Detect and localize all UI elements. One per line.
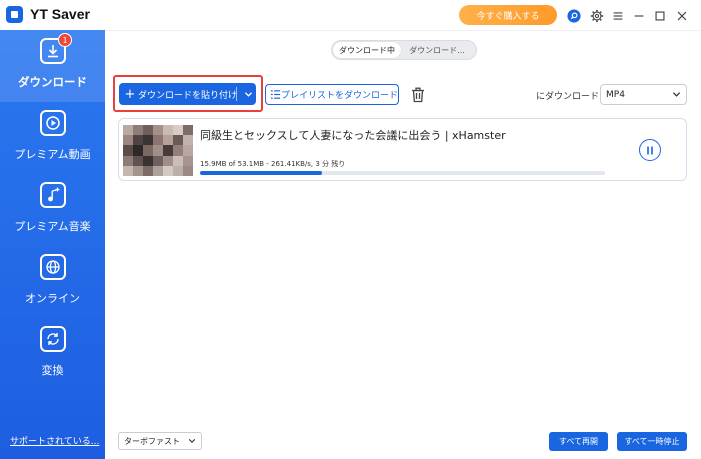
sidebar-item-label: プレミアム動画 xyxy=(14,148,91,161)
resume-all-button[interactable]: すべて再開 xyxy=(549,432,608,451)
sidebar-item-label: 変換 xyxy=(41,364,64,377)
format-select-value: MP4 xyxy=(606,89,625,100)
button-divider xyxy=(236,87,237,101)
download-progress-text: 15.9MB of 53.1MB - 261.41KB/s, 3 分 残り xyxy=(200,160,346,168)
buy-now-button[interactable]: 今すぐ購入する xyxy=(459,5,557,25)
minimize-icon[interactable] xyxy=(630,7,647,24)
video-thumbnail xyxy=(123,125,193,176)
title-bar: YT Saver 今すぐ購入する xyxy=(0,0,701,30)
sidebar-item-label: オンライン xyxy=(25,292,80,305)
trash-icon[interactable] xyxy=(408,85,428,105)
sidebar-item-online[interactable]: オンライン xyxy=(0,246,105,318)
main-panel: ダウンロード中 ダウンロード... + ダウンロードを貼り付け プレイリストをダ… xyxy=(105,30,701,459)
download-count-badge: 1 xyxy=(58,33,72,47)
globe-icon xyxy=(40,254,66,280)
plus-icon: + xyxy=(124,86,136,102)
menu-icon[interactable] xyxy=(609,7,626,24)
download-playlist-label: プレイリストをダウンロード xyxy=(281,91,399,101)
chevron-down-icon[interactable] xyxy=(240,90,256,99)
speed-mode-value: ターボファスト xyxy=(124,436,180,446)
download-title: 同級生とセックスして人妻になった会議に出会う | xHamster xyxy=(200,129,506,142)
pause-all-button[interactable]: すべて一時停止 xyxy=(617,432,687,451)
search-icon[interactable] xyxy=(565,7,582,24)
app-title: YT Saver xyxy=(30,6,90,22)
play-icon xyxy=(40,110,66,136)
supported-sites-link[interactable]: サポートされている... xyxy=(10,434,99,447)
sidebar-item-label: プレミアム音楽 xyxy=(14,220,91,233)
maximize-icon[interactable] xyxy=(651,7,668,24)
sidebar-item-label: ダウンロード xyxy=(18,75,87,89)
tab-downloaded[interactable]: ダウンロード... xyxy=(401,42,473,58)
close-icon[interactable] xyxy=(673,7,690,24)
tab-downloading[interactable]: ダウンロード中 xyxy=(333,42,401,58)
convert-icon xyxy=(40,326,66,352)
paste-download-label: ダウンロードを貼り付け xyxy=(138,90,238,101)
chevron-down-icon xyxy=(672,92,681,97)
download-item: 同級生とセックスして人妻になった会議に出会う | xHamster 15.9MB… xyxy=(118,118,687,181)
speed-mode-select[interactable]: ターボファスト xyxy=(118,432,202,450)
pause-icon[interactable] xyxy=(639,139,661,161)
sidebar: 1 ダウンロード プレミアム動画 プレミアム音楽 オンライン 変換 サポートされ… xyxy=(0,30,105,459)
gear-icon[interactable] xyxy=(588,7,605,24)
download-playlist-button[interactable]: プレイリストをダウンロード xyxy=(265,84,399,105)
sidebar-item-premium-music[interactable]: プレミアム音楽 xyxy=(0,174,105,246)
progress-bar xyxy=(200,171,605,175)
download-status-tabs: ダウンロード中 ダウンロード... xyxy=(331,40,477,60)
app-window: YT Saver 今すぐ購入する 1 ダウンロード プレミアム動画 プレミアム音… xyxy=(0,0,701,459)
sidebar-item-premium-video[interactable]: プレミアム動画 xyxy=(0,102,105,174)
music-note-icon xyxy=(40,182,66,208)
sidebar-item-download[interactable]: 1 ダウンロード xyxy=(0,30,105,102)
download-format-label: にダウンロード xyxy=(536,92,600,102)
format-select[interactable]: MP4 xyxy=(600,84,687,105)
chevron-down-icon xyxy=(188,439,196,443)
sidebar-item-convert[interactable]: 変換 xyxy=(0,318,105,390)
app-logo-icon xyxy=(6,6,23,23)
paste-download-button[interactable]: + ダウンロードを貼り付け xyxy=(119,83,256,105)
playlist-icon xyxy=(270,89,281,100)
progress-bar-fill xyxy=(200,171,322,175)
